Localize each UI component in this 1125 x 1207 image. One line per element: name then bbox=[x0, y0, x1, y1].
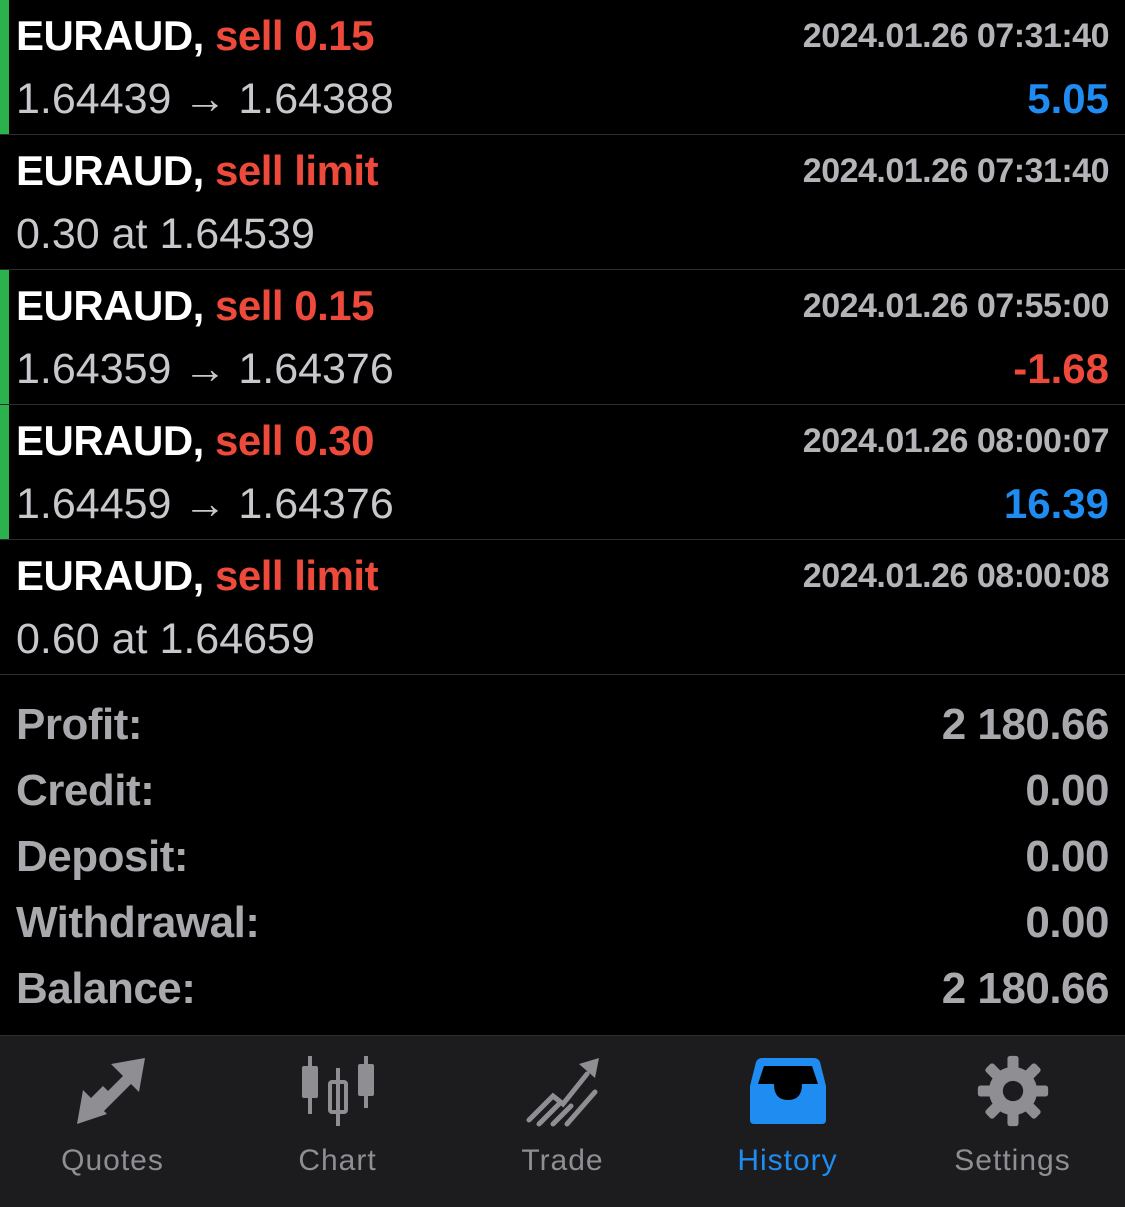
row-title: EURAUD, sell 0.15 bbox=[16, 282, 374, 330]
order-side-label: sell 0.15 bbox=[215, 12, 374, 59]
history-row[interactable]: EURAUD, sell 0.15 2024.01.26 07:55:00 1.… bbox=[0, 270, 1125, 405]
symbol-label: EURAUD, bbox=[16, 147, 204, 194]
summary-value: 0.00 bbox=[1025, 766, 1109, 815]
tab-quotes[interactable]: Quotes bbox=[0, 1036, 225, 1207]
summary-label: Balance: bbox=[16, 964, 196, 1013]
summary-row-balance: Balance: 2 180.66 bbox=[0, 956, 1125, 1022]
row-title: EURAUD, sell 0.15 bbox=[16, 12, 374, 60]
tab-settings[interactable]: Settings bbox=[900, 1036, 1125, 1207]
account-summary: Profit: 2 180.66 Credit: 0.00 Deposit: 0… bbox=[0, 692, 1125, 1022]
deal-indicator-bar bbox=[0, 0, 9, 134]
row-title: EURAUD, sell 0.30 bbox=[16, 417, 374, 465]
timestamp: 2024.01.26 07:31:40 bbox=[802, 17, 1110, 55]
summary-row-deposit: Deposit: 0.00 bbox=[0, 824, 1125, 890]
summary-label: Withdrawal: bbox=[16, 898, 260, 947]
history-row[interactable]: EURAUD, sell limit 2024.01.26 08:00:08 0… bbox=[0, 540, 1125, 675]
timestamp: 2024.01.26 08:00:07 bbox=[802, 422, 1110, 460]
timestamp: 2024.01.26 08:00:08 bbox=[802, 557, 1110, 595]
order-side-label: sell limit bbox=[215, 552, 379, 599]
tab-label: Quotes bbox=[61, 1144, 164, 1177]
tab-label: History bbox=[737, 1144, 838, 1177]
order-side-label: sell limit bbox=[215, 147, 379, 194]
quotes-arrows-icon bbox=[76, 1058, 145, 1124]
history-row[interactable]: EURAUD, sell limit 2024.01.26 07:31:40 0… bbox=[0, 135, 1125, 270]
symbol-label: EURAUD, bbox=[16, 282, 204, 329]
summary-label: Deposit: bbox=[16, 832, 189, 881]
summary-row-withdrawal: Withdrawal: 0.00 bbox=[0, 890, 1125, 956]
tab-label: Chart bbox=[298, 1144, 377, 1177]
summary-value: 2 180.66 bbox=[941, 964, 1110, 1013]
tab-label: Settings bbox=[954, 1144, 1071, 1177]
price-detail: 1.64459 → 1.64376 bbox=[16, 480, 394, 528]
order-side-label: sell 0.15 bbox=[215, 282, 374, 329]
price-detail: 1.64439 → 1.64388 bbox=[16, 75, 394, 123]
summary-row-credit: Credit: 0.00 bbox=[0, 758, 1125, 824]
profit-value: 16.39 bbox=[1003, 480, 1109, 527]
symbol-label: EURAUD, bbox=[16, 417, 204, 464]
summary-row-profit: Profit: 2 180.66 bbox=[0, 692, 1125, 758]
order-detail: 0.60 at 1.64659 bbox=[16, 615, 315, 663]
deal-indicator-bar bbox=[0, 270, 9, 404]
history-row[interactable]: EURAUD, sell 0.30 2024.01.26 08:00:07 1.… bbox=[0, 405, 1125, 540]
order-side-label: sell 0.30 bbox=[215, 417, 374, 464]
tab-history[interactable]: History bbox=[675, 1036, 900, 1207]
gear-icon bbox=[977, 1055, 1048, 1127]
tab-label: Trade bbox=[521, 1144, 604, 1177]
profit-value: 5.05 bbox=[1027, 75, 1109, 122]
price-detail: 1.64359 → 1.64376 bbox=[16, 345, 394, 393]
deal-indicator-bar bbox=[0, 405, 9, 539]
tab-chart[interactable]: Chart bbox=[225, 1036, 450, 1207]
summary-label: Credit: bbox=[16, 766, 155, 815]
symbol-label: EURAUD, bbox=[16, 552, 204, 599]
row-title: EURAUD, sell limit bbox=[16, 552, 379, 600]
summary-value: 0.00 bbox=[1025, 898, 1109, 947]
inbox-tray-icon bbox=[749, 1058, 826, 1124]
symbol-label: EURAUD, bbox=[16, 12, 204, 59]
timestamp: 2024.01.26 07:55:00 bbox=[802, 287, 1110, 325]
history-list: EURAUD, sell 0.15 2024.01.26 07:31:40 1.… bbox=[0, 0, 1125, 675]
summary-value: 0.00 bbox=[1025, 832, 1109, 881]
candlestick-icon bbox=[301, 1056, 374, 1126]
bottom-tab-bar: Quotes Chart Trade History Settings bbox=[0, 1035, 1125, 1207]
timestamp: 2024.01.26 07:31:40 bbox=[802, 152, 1110, 190]
order-detail: 0.30 at 1.64539 bbox=[16, 210, 315, 258]
trade-trend-icon bbox=[526, 1058, 599, 1127]
row-title: EURAUD, sell limit bbox=[16, 147, 379, 195]
summary-label: Profit: bbox=[16, 700, 143, 749]
tab-trade[interactable]: Trade bbox=[450, 1036, 675, 1207]
summary-value: 2 180.66 bbox=[941, 700, 1110, 749]
history-row[interactable]: EURAUD, sell 0.15 2024.01.26 07:31:40 1.… bbox=[0, 0, 1125, 135]
profit-value: -1.68 bbox=[1013, 345, 1109, 392]
